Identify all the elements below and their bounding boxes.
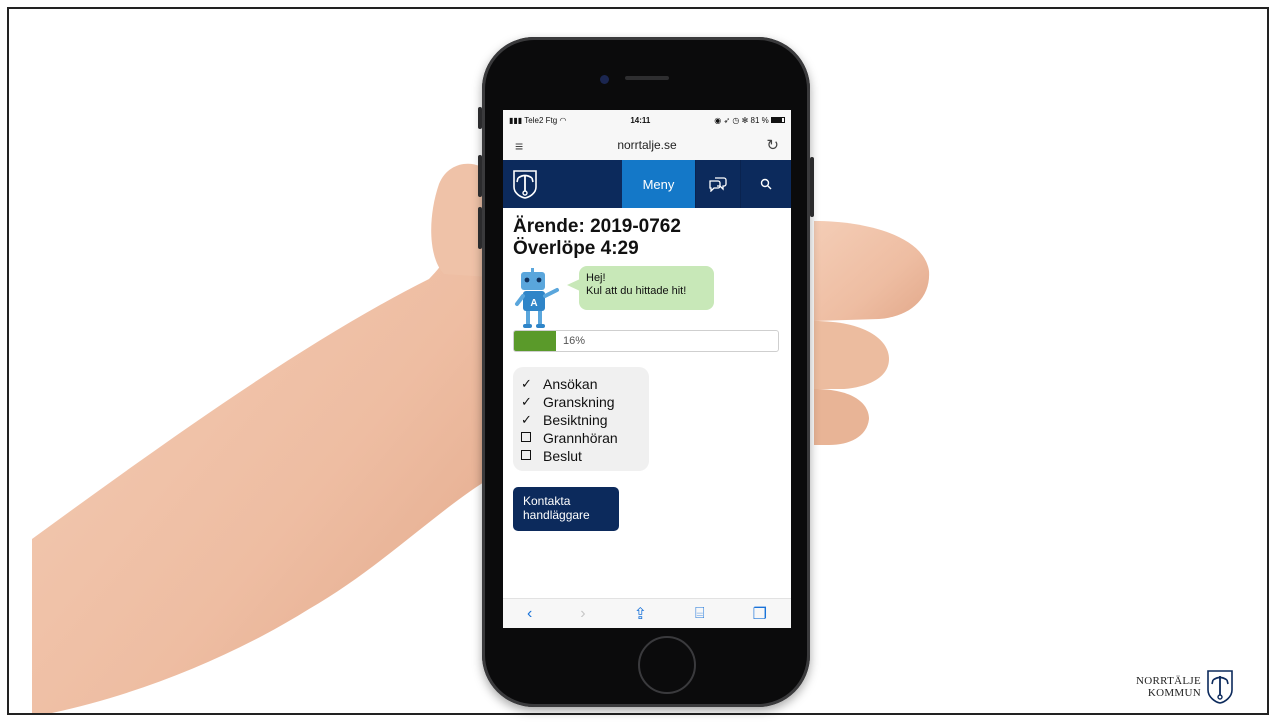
brand-line1: NORRTÄLJE xyxy=(1136,675,1201,687)
svg-text:A: A xyxy=(530,298,537,309)
contact-officer-button[interactable]: Kontakta handläggare xyxy=(513,487,619,531)
search-icon xyxy=(760,178,772,190)
property-title: Överlöpe 4:29 xyxy=(513,238,639,259)
bubble-message: Kul att du hittade hit! xyxy=(586,285,687,297)
empty-checkbox-icon xyxy=(521,429,543,447)
contact-line2: handläggare xyxy=(523,508,590,522)
battery-percent: 81 % xyxy=(750,115,769,125)
step-label: Ansökan xyxy=(543,376,598,392)
brand-text: NORRTÄLJE KOMMUN xyxy=(1136,675,1201,699)
search-button[interactable] xyxy=(740,160,791,208)
step-item: ✓ Ansökan xyxy=(521,375,641,393)
checkmark-icon: ✓ xyxy=(521,412,532,427)
home-button[interactable] xyxy=(638,636,696,694)
anchor-shield-icon xyxy=(1207,670,1233,704)
step-item: Grannhöran xyxy=(521,429,641,447)
process-steps-list: ✓ Ansökan ✓ Granskning ✓ Besiktning Grannhöran… xyxy=(513,367,649,471)
progress-fill xyxy=(514,331,557,351)
checkmark-icon: ✓ xyxy=(521,394,532,409)
url-field[interactable]: ≡ norrtalje.se ↻ xyxy=(511,133,783,157)
step-label: Grannhöran xyxy=(543,430,618,446)
forward-icon[interactable]: › xyxy=(580,605,585,623)
reload-icon[interactable]: ↻ xyxy=(766,136,779,154)
tabs-icon[interactable]: ❐ xyxy=(753,604,767,624)
step-label: Beslut xyxy=(543,448,582,464)
volume-down-button[interactable] xyxy=(478,207,482,249)
page-content: Ärende: 2019-0762 Överlöpe 4:29 A Hej! K… xyxy=(503,208,791,531)
step-label: Besiktning xyxy=(543,412,608,428)
share-icon[interactable]: ⇪ xyxy=(634,604,647,624)
robot-mascot-icon: A xyxy=(515,268,559,328)
chat-button[interactable] xyxy=(695,160,740,208)
browser-address-bar: ≡ norrtalje.se ↻ xyxy=(503,130,791,160)
step-item: Beslut xyxy=(521,447,641,465)
status-right: ◉ ➶ ◷ ✻ 81 % xyxy=(714,116,785,125)
chatbot-row: A Hej! Kul att du hittade hit! xyxy=(513,264,781,330)
status-icons: ◉ ➶ ◷ ✻ xyxy=(714,115,751,125)
site-navbar: Meny xyxy=(503,160,791,208)
phone-screen: ▮▮▮ Tele2 Ftg ◠ 14:11 ◉ ➶ ◷ ✻ 81 % ≡ nor… xyxy=(503,110,791,628)
volume-up-button[interactable] xyxy=(478,155,482,197)
mute-switch xyxy=(478,107,482,129)
bubble-greeting: Hej! xyxy=(586,272,606,284)
anchor-shield-icon xyxy=(513,170,537,199)
front-camera xyxy=(600,75,609,84)
url-text: norrtalje.se xyxy=(617,138,677,152)
power-button[interactable] xyxy=(810,157,814,217)
contact-line1: Kontakta xyxy=(523,494,571,508)
chat-bubbles-icon xyxy=(709,177,727,192)
progress-label: 16% xyxy=(563,335,586,347)
bookmarks-icon[interactable]: ⌸ xyxy=(695,605,705,623)
municipality-logo: NORRTÄLJE KOMMUN xyxy=(1136,670,1233,704)
battery-icon xyxy=(771,117,785,124)
chatbot-speech-bubble: Hej! Kul att du hittade hit! xyxy=(567,266,714,310)
case-progress-bar: 16% xyxy=(513,330,779,352)
checkmark-icon: ✓ xyxy=(521,376,532,391)
carrier-label: ▮▮▮ Tele2 Ftg ◠ xyxy=(509,115,567,125)
status-bar: ▮▮▮ Tele2 Ftg ◠ 14:11 ◉ ➶ ◷ ✻ 81 % xyxy=(503,110,791,130)
menu-button[interactable]: Meny xyxy=(622,160,695,208)
empty-checkbox-icon xyxy=(521,447,543,465)
back-icon[interactable]: ‹ xyxy=(527,605,532,623)
site-logo[interactable] xyxy=(503,160,547,208)
earpiece-speaker xyxy=(625,76,669,80)
reader-view-icon[interactable]: ≡ xyxy=(515,138,523,154)
step-item: ✓ Granskning xyxy=(521,393,641,411)
step-label: Granskning xyxy=(543,394,615,410)
brand-line2: KOMMUN xyxy=(1147,687,1201,699)
browser-toolbar: ‹ › ⇪ ⌸ ❐ xyxy=(503,598,791,628)
wifi-icon: ◠ xyxy=(559,115,567,125)
step-item: ✓ Besiktning xyxy=(521,411,641,429)
case-title: Ärende: 2019-0762 xyxy=(513,216,681,237)
clock: 14:11 xyxy=(630,115,651,125)
signal-icon: ▮▮▮ xyxy=(509,115,523,125)
